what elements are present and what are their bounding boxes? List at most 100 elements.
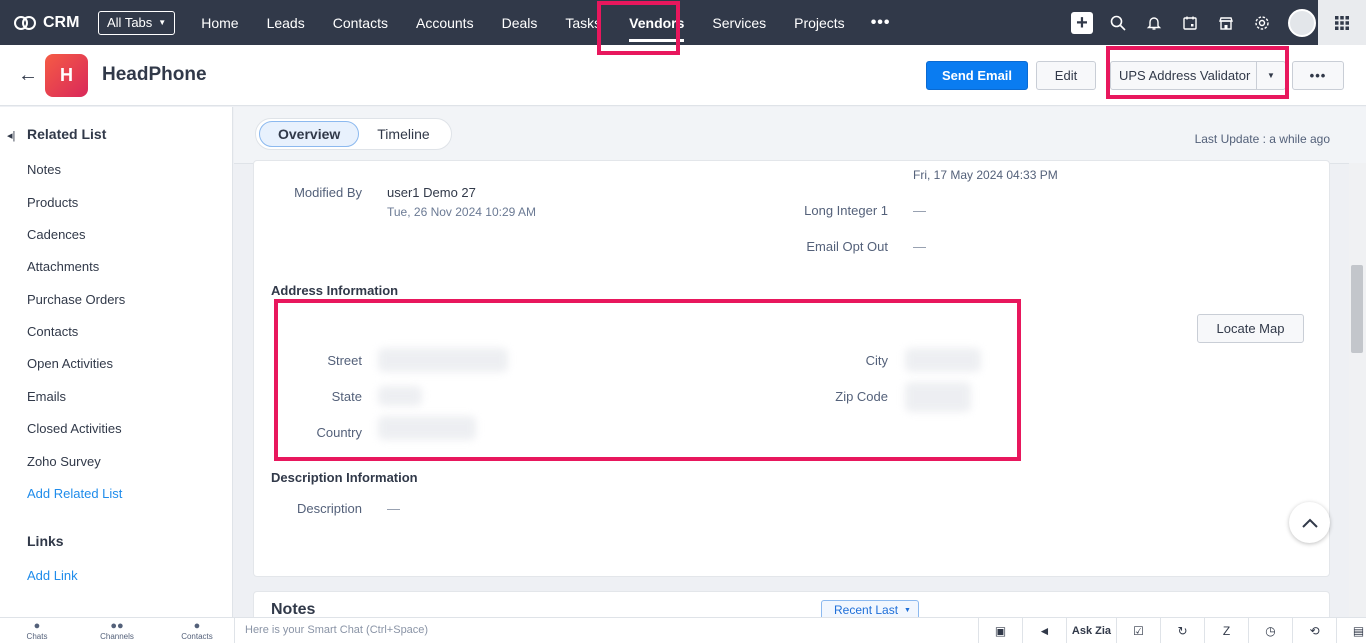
reminder-icon[interactable]: ↻: [1160, 618, 1204, 643]
calendar-icon[interactable]: [1172, 0, 1208, 45]
sidebar-item-zoho-survey[interactable]: Zoho Survey: [27, 454, 101, 469]
tab-services[interactable]: Services: [698, 0, 780, 45]
tab-overview[interactable]: Overview: [259, 121, 360, 147]
description-value[interactable]: —: [387, 501, 400, 516]
record-header: ← H HeadPhone Send Email Edit UPS Addres…: [0, 45, 1366, 106]
street-value-redacted[interactable]: [378, 348, 508, 372]
state-value-redacted[interactable]: [378, 386, 422, 406]
chat-bubble-icon: ●: [33, 620, 41, 632]
person-icon: ●: [193, 620, 201, 632]
contacts-button[interactable]: ● Contacts: [162, 620, 232, 641]
related-list-sidebar: ◂| Related List Notes Products Cadences …: [0, 107, 233, 617]
add-related-list-link[interactable]: Add Related List: [27, 486, 122, 501]
created-time-value: Fri, 17 May 2024 04:33 PM: [913, 168, 1058, 182]
tab-projects[interactable]: Projects: [780, 0, 859, 45]
screen-icon[interactable]: ▣: [978, 618, 1022, 643]
tab-deals[interactable]: Deals: [488, 0, 552, 45]
sidebar-item-notes[interactable]: Notes: [27, 162, 61, 177]
sidebar-item-products[interactable]: Products: [27, 195, 78, 210]
search-icon[interactable]: [1100, 0, 1136, 45]
megaphone-icon[interactable]: ◄: [1022, 618, 1066, 643]
sidebar-item-purchase-orders[interactable]: Purchase Orders: [27, 292, 125, 307]
sidebar-item-emails[interactable]: Emails: [27, 389, 66, 404]
zip-code-value-redacted[interactable]: [905, 382, 971, 412]
channels-button[interactable]: ●● Channels: [82, 620, 152, 641]
modified-by-time: Tue, 26 Nov 2024 10:29 AM: [387, 205, 536, 219]
scrollbar-thumb[interactable]: [1351, 265, 1363, 353]
user-avatar-icon: [1288, 8, 1316, 37]
people-icon: ●●: [110, 620, 124, 632]
tab-vendors[interactable]: Vendors: [615, 0, 698, 45]
tab-tasks[interactable]: Tasks: [551, 0, 615, 45]
email-opt-out-value[interactable]: —: [913, 239, 926, 254]
sidebar-item-cadences[interactable]: Cadences: [27, 227, 86, 242]
record-title: HeadPhone: [102, 64, 207, 85]
description-label: Description: [296, 501, 362, 516]
translate-icon[interactable]: Z: [1204, 618, 1248, 643]
back-arrow-icon[interactable]: ←: [18, 64, 38, 87]
country-label: Country: [316, 425, 362, 440]
locate-map-button[interactable]: Locate Map: [1197, 314, 1304, 343]
street-label: Street: [327, 353, 362, 368]
notepad-icon[interactable]: ▤: [1336, 618, 1366, 643]
add-link[interactable]: Add Link: [27, 568, 78, 583]
tab-leads[interactable]: Leads: [253, 0, 319, 45]
settings-gear-icon[interactable]: [1244, 0, 1280, 45]
sidebar-item-contacts[interactable]: Contacts: [27, 324, 78, 339]
send-email-button[interactable]: Send Email: [926, 61, 1028, 90]
channels-label: Channels: [100, 632, 134, 641]
all-tabs-dropdown[interactable]: All Tabs ▼: [98, 10, 176, 35]
ups-address-validator-button[interactable]: UPS Address Validator ▼: [1110, 61, 1286, 90]
long-integer-label: Long Integer 1: [804, 203, 888, 218]
sidebar-item-open-activities[interactable]: Open Activities: [27, 356, 113, 371]
bell-icon[interactable]: [1136, 0, 1172, 45]
chats-label: Chats: [26, 632, 48, 641]
apps-grid-icon[interactable]: [1318, 0, 1366, 45]
chats-button[interactable]: ● Chats: [2, 620, 72, 641]
sidebar-item-attachments[interactable]: Attachments: [27, 259, 99, 274]
city-value-redacted[interactable]: [905, 348, 981, 372]
tab-accounts[interactable]: Accounts: [402, 0, 488, 45]
description-information-heading: Description Information: [271, 470, 418, 485]
last-update-text: Last Update : a while ago: [1194, 132, 1330, 146]
related-list-heading: Related List: [27, 126, 107, 142]
alarm-clock-icon[interactable]: ◷: [1248, 618, 1292, 643]
brand-name: CRM: [43, 13, 80, 31]
vertical-scrollbar[interactable]: [1349, 163, 1366, 617]
ups-button-label: UPS Address Validator: [1119, 68, 1251, 83]
address-information-heading: Address Information: [271, 283, 399, 298]
long-integer-value[interactable]: —: [913, 203, 926, 218]
checklist-icon[interactable]: ☑: [1116, 618, 1160, 643]
sidebar-item-closed-activities[interactable]: Closed Activities: [27, 421, 122, 436]
tab-timeline[interactable]: Timeline: [359, 121, 447, 147]
brand[interactable]: CRM: [14, 14, 90, 32]
modified-by-user[interactable]: user1 Demo 27: [387, 185, 476, 200]
tab-home[interactable]: Home: [187, 0, 252, 45]
state-label: State: [331, 389, 362, 404]
plus-icon: +: [1071, 11, 1093, 34]
marketplace-icon[interactable]: [1208, 0, 1244, 45]
country-value-redacted[interactable]: [378, 416, 476, 440]
smart-chat-input[interactable]: Here is your Smart Chat (Ctrl+Space): [234, 618, 978, 643]
notes-sort-label: Recent Last: [834, 603, 899, 617]
crm-logo-icon: [14, 15, 36, 31]
profile-avatar[interactable]: [1280, 0, 1316, 45]
quick-create-button[interactable]: +: [1064, 0, 1100, 45]
tab-contacts[interactable]: Contacts: [319, 0, 402, 45]
scroll-to-top-button[interactable]: [1289, 502, 1330, 543]
links-heading: Links: [27, 533, 64, 549]
view-switcher: Overview Timeline: [255, 118, 452, 150]
caret-down-icon[interactable]: ▼: [1257, 71, 1285, 80]
more-actions-button[interactable]: •••: [1292, 61, 1344, 90]
city-label: City: [865, 353, 888, 368]
more-tabs-button[interactable]: •••: [859, 0, 903, 45]
edit-button[interactable]: Edit: [1036, 61, 1096, 90]
record-avatar: H: [45, 54, 88, 97]
collapse-sidebar-icon[interactable]: ◂|: [7, 129, 15, 142]
chevron-up-icon: [1301, 518, 1318, 528]
all-tabs-label: All Tabs: [107, 15, 153, 30]
ask-zia-button[interactable]: Ask Zia: [1066, 618, 1116, 643]
view-toolbar: Overview Timeline Last Update : a while …: [234, 107, 1366, 164]
top-navigation: CRM All Tabs ▼ Home Leads Contacts Accou…: [0, 0, 1366, 45]
history-icon[interactable]: ⟲: [1292, 618, 1336, 643]
